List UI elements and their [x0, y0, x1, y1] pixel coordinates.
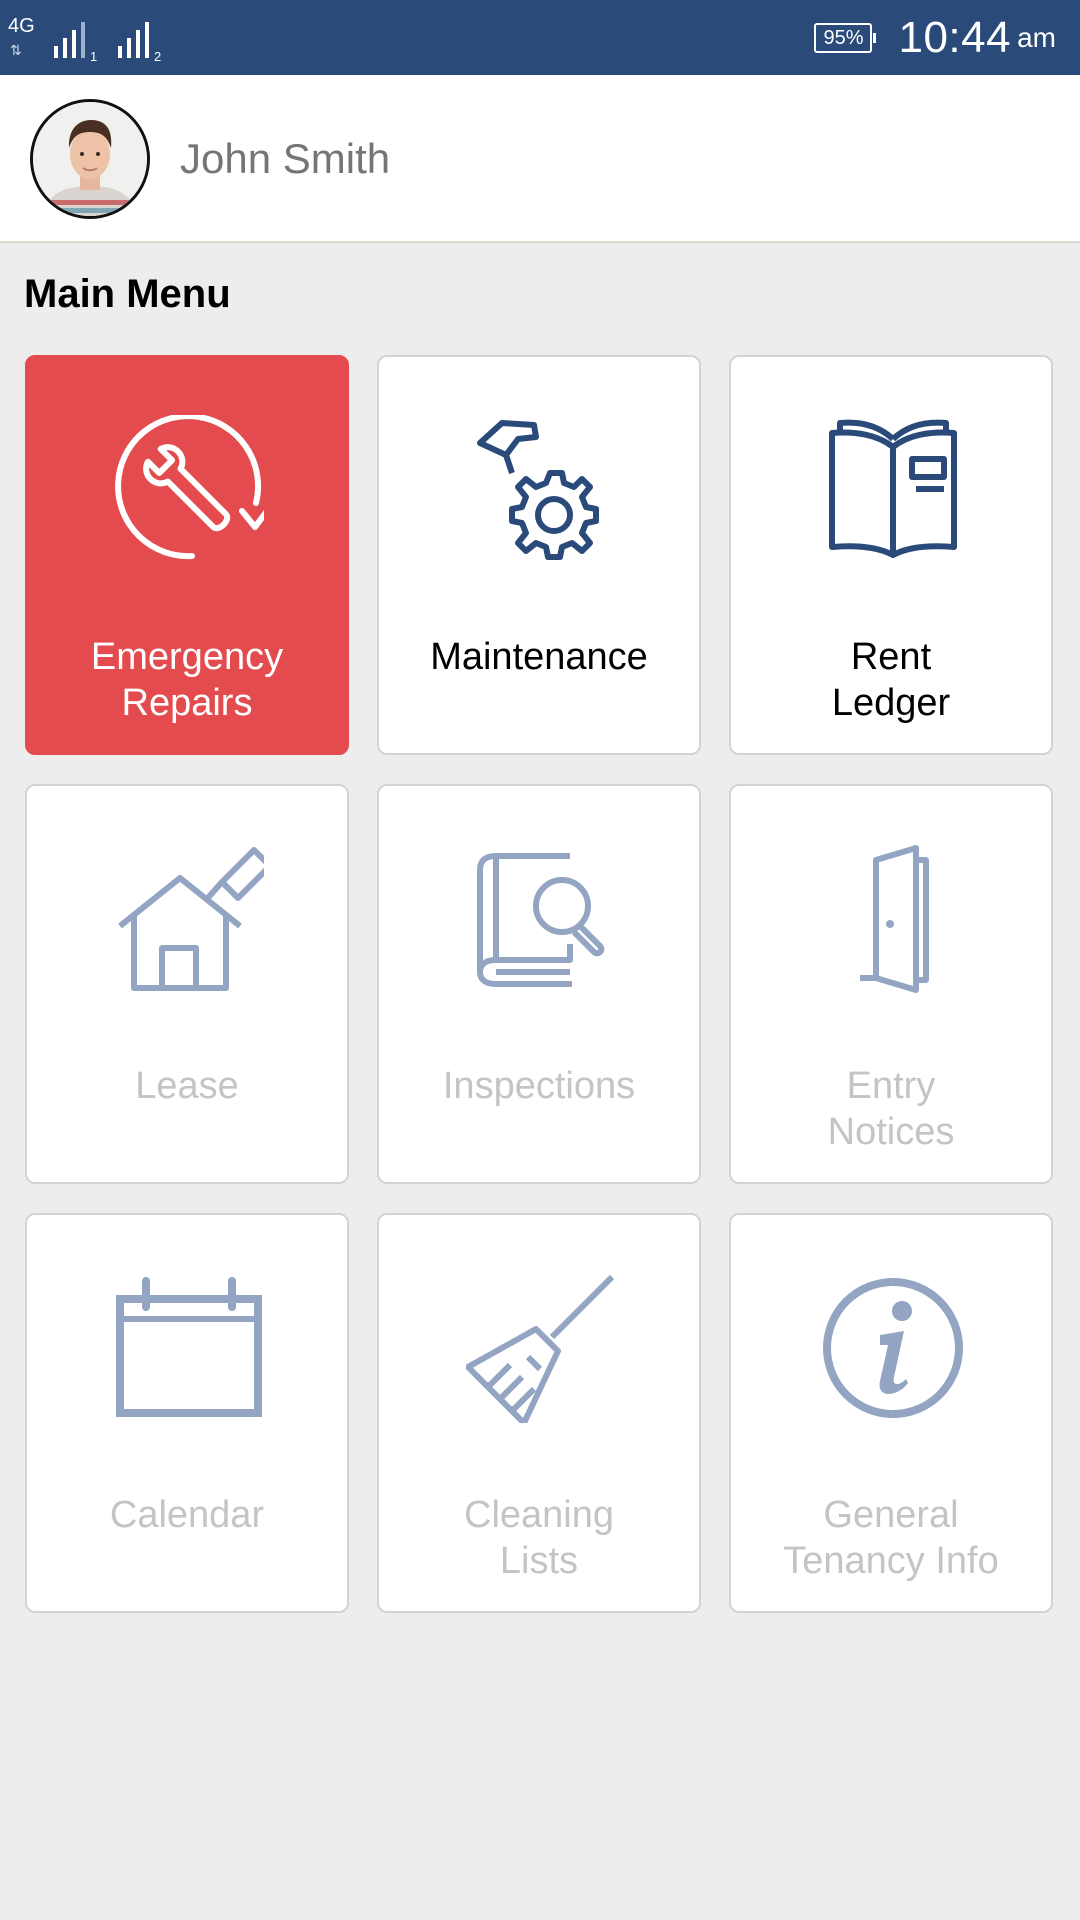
avatar[interactable] [30, 99, 150, 219]
lease-tile[interactable]: Lease [25, 784, 349, 1184]
inspections-tile[interactable]: Inspections [377, 784, 701, 1184]
battery-indicator: 95% [814, 22, 877, 53]
clock: 10:44 [898, 12, 1012, 62]
calendar-icon [116, 1277, 262, 1417]
tile-label: General Tenancy Info [783, 1494, 999, 1582]
svg-text:2: 2 [154, 49, 161, 62]
info-icon [823, 1278, 963, 1418]
network-type: 4G [8, 15, 35, 37]
clock-suffix: am [1017, 21, 1056, 53]
calendar-tile[interactable]: Calendar [25, 1213, 349, 1613]
door-icon [860, 845, 929, 993]
entry-notices-tile[interactable]: Entry Notices [729, 784, 1053, 1184]
tile-label: Emergency Repairs [90, 636, 284, 724]
status-right: 95% 10:44 am [814, 0, 1056, 75]
user-photo-icon [33, 102, 147, 216]
hammer-gear-icon [477, 420, 599, 560]
user-name: John Smith [180, 135, 391, 182]
broom-icon [466, 1274, 615, 1423]
tile-label: Inspections [442, 1065, 636, 1107]
signal-strength-sim1-icon: 1 [54, 22, 97, 62]
tile-label: Maintenance [430, 636, 648, 678]
profile-header[interactable]: John Smith [0, 75, 1080, 243]
status-bar: 4G ⇅ 1 2 95% 10:44 am [0, 0, 1080, 75]
tile-label: Rent Ledger [831, 636, 951, 724]
tile-label: Cleaning Lists [464, 1494, 614, 1582]
book-magnifier-icon [477, 853, 605, 987]
tile-label: Calendar [109, 1494, 265, 1536]
section-title: Main Menu [24, 272, 231, 316]
open-book-icon [829, 419, 957, 558]
signal-strength-sim2-icon: 2 [118, 22, 161, 62]
maintenance-tile[interactable]: Maintenance [377, 355, 701, 755]
tile-label: Lease [135, 1065, 239, 1107]
wrench-refresh-icon [115, 415, 264, 560]
emergency-repairs-tile[interactable]: Emergency Repairs [25, 355, 349, 755]
svg-text:1: 1 [90, 49, 97, 62]
rent-ledger-tile[interactable]: Rent Ledger [729, 355, 1053, 755]
cleaning-lists-tile[interactable]: Cleaning Lists [377, 1213, 701, 1613]
house-tag-icon [118, 847, 264, 991]
general-tenancy-info-tile[interactable]: General Tenancy Info [729, 1213, 1053, 1613]
tile-label: Entry Notices [827, 1065, 955, 1153]
data-arrows-icon: ⇅ [10, 42, 22, 58]
